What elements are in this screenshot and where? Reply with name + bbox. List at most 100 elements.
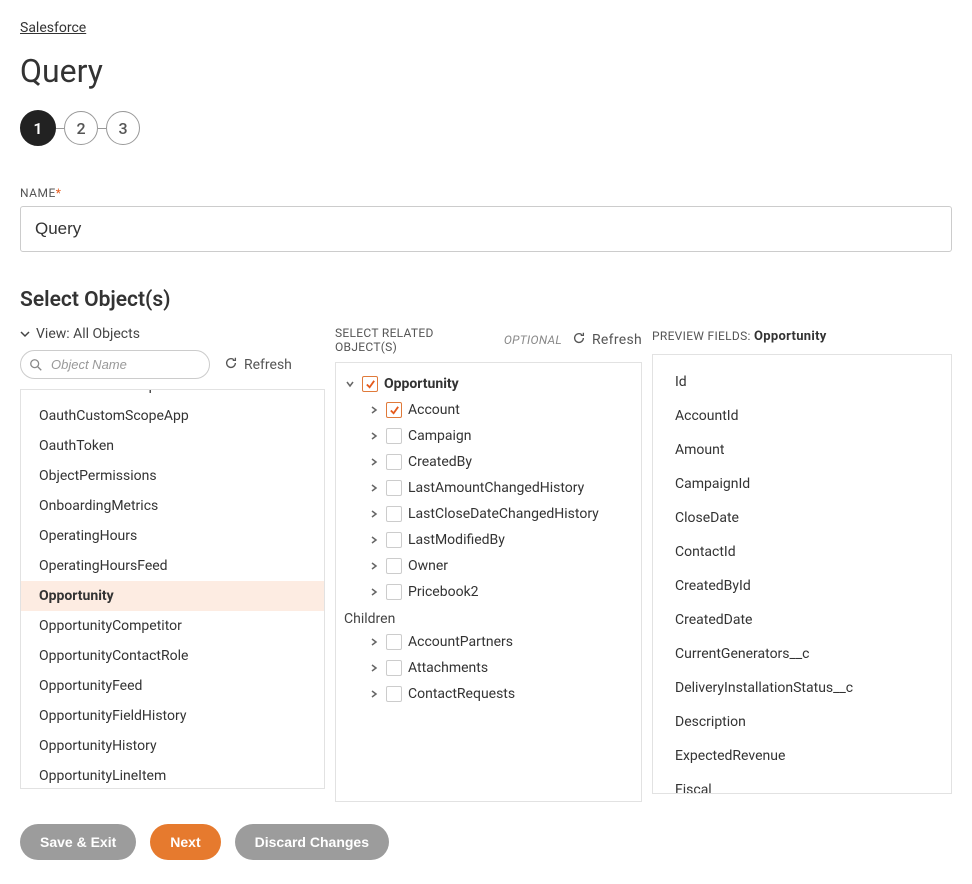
optional-label: OPTIONAL (504, 333, 562, 347)
tree-root-label: Opportunity (384, 376, 459, 392)
stepper: 1 2 3 (20, 110, 952, 146)
object-item[interactable]: OperatingHours (21, 521, 324, 551)
object-item[interactable]: ObjectPermissions (21, 461, 324, 491)
object-item[interactable]: OnboardingMetrics (21, 491, 324, 521)
checkbox-root[interactable] (362, 376, 378, 392)
preview-field: AccountId (659, 399, 945, 433)
preview-field: CreatedById (659, 569, 945, 603)
tree-node[interactable]: LastCloseDateChangedHistory (366, 501, 635, 527)
search-icon (29, 358, 43, 372)
tree-node[interactable]: LastAmountChangedHistory (366, 475, 635, 501)
related-tree-panel[interactable]: Opportunity Account Campaign CreatedBy Last… (335, 362, 642, 802)
tree-node-label: Pricebook2 (408, 584, 479, 600)
tree-root[interactable]: Opportunity (342, 371, 635, 397)
checkbox[interactable] (386, 558, 402, 574)
preview-field: CurrentGenerators__c (659, 637, 945, 671)
tree-node[interactable]: ContactRequests (366, 681, 635, 707)
save-exit-button[interactable]: Save & Exit (20, 824, 136, 860)
chevron-right-icon[interactable] (368, 636, 380, 648)
refresh-related[interactable]: Refresh (572, 331, 642, 349)
tree-node-label: CreatedBy (408, 454, 472, 470)
preview-field: CreatedDate (659, 603, 945, 637)
step-connector (56, 128, 64, 129)
object-item[interactable]: OpportunityHistory (21, 731, 324, 761)
chevron-right-icon[interactable] (368, 560, 380, 572)
checkbox[interactable] (386, 454, 402, 470)
checkbox[interactable] (386, 584, 402, 600)
tree-node[interactable]: Attachments (366, 655, 635, 681)
page-title: Query (20, 52, 952, 90)
view-label: View: All Objects (36, 326, 140, 342)
chevron-right-icon[interactable] (368, 456, 380, 468)
checkbox[interactable] (386, 660, 402, 676)
checkbox[interactable] (386, 480, 402, 496)
tree-node[interactable]: Owner (366, 553, 635, 579)
tree-node-label: Attachments (408, 660, 488, 676)
chevron-right-icon[interactable] (368, 430, 380, 442)
checkbox[interactable] (386, 686, 402, 702)
object-item[interactable]: OauthCustomScopeApp (21, 401, 324, 431)
tree-node-label: Account (408, 402, 460, 418)
preview-field: CloseDate (659, 501, 945, 535)
step-connector (98, 128, 106, 129)
refresh-icon (572, 331, 586, 349)
chevron-right-icon[interactable] (368, 586, 380, 598)
object-search-input[interactable] (20, 350, 210, 379)
checkbox[interactable] (386, 428, 402, 444)
tree-node[interactable]: CreatedBy (366, 449, 635, 475)
checkbox[interactable] (386, 506, 402, 522)
object-item[interactable]: OauthToken (21, 431, 324, 461)
preview-field: ExpectedRevenue (659, 739, 945, 773)
refresh-objects[interactable]: Refresh (224, 356, 292, 374)
chevron-right-icon[interactable] (368, 508, 380, 520)
tree-children-header: Children (342, 605, 635, 629)
preview-field: Id (659, 365, 945, 399)
chevron-right-icon[interactable] (368, 688, 380, 700)
refresh-icon (224, 356, 238, 374)
tree-node[interactable]: AccountPartners (366, 629, 635, 655)
discard-button[interactable]: Discard Changes (235, 824, 389, 860)
preview-field: Amount (659, 433, 945, 467)
chevron-right-icon[interactable] (368, 662, 380, 674)
view-dropdown[interactable]: View: All Objects (20, 326, 325, 342)
checkbox[interactable] (386, 532, 402, 548)
chevron-right-icon[interactable] (368, 482, 380, 494)
object-item[interactable]: OpportunityFeed (21, 671, 324, 701)
next-button[interactable]: Next (150, 824, 220, 860)
object-item[interactable]: OperatingHoursFeed (21, 551, 324, 581)
tree-node-label: LastCloseDateChangedHistory (408, 506, 599, 522)
chevron-right-icon[interactable] (368, 404, 380, 416)
object-item[interactable]: OauthCustomScope (21, 389, 324, 401)
step-3[interactable]: 3 (106, 111, 140, 145)
tree-node[interactable]: Campaign (366, 423, 635, 449)
chevron-right-icon[interactable] (368, 534, 380, 546)
preview-fields-object: Opportunity (754, 329, 827, 344)
name-input[interactable] (20, 206, 952, 252)
tree-node-label: AccountPartners (408, 634, 513, 650)
object-item[interactable]: Opportunity (21, 581, 324, 611)
tree-node[interactable]: LastModifiedBy (366, 527, 635, 553)
tree-node[interactable]: Pricebook2 (366, 579, 635, 605)
object-item[interactable]: OpportunityContactRole (21, 641, 324, 671)
checkbox[interactable] (386, 402, 402, 418)
tree-node-label: Campaign (408, 428, 471, 444)
required-marker: * (56, 186, 62, 200)
breadcrumb-salesforce[interactable]: Salesforce (20, 20, 86, 36)
object-item[interactable]: OpportunityLineItem (21, 761, 324, 789)
tree-node-label: LastModifiedBy (408, 532, 505, 548)
preview-field: Description (659, 705, 945, 739)
tree-node[interactable]: Account (366, 397, 635, 423)
preview-field: DeliveryInstallationStatus__c (659, 671, 945, 705)
preview-field: ContactId (659, 535, 945, 569)
object-item[interactable]: OpportunityCompetitor (21, 611, 324, 641)
step-2[interactable]: 2 (64, 111, 98, 145)
object-list-panel[interactable]: OauthCustomScopeOauthCustomScopeAppOauth… (20, 389, 325, 789)
preview-fields-panel[interactable]: IdAccountIdAmountCampaignIdCloseDateCont… (652, 354, 952, 794)
preview-field: CampaignId (659, 467, 945, 501)
checkbox[interactable] (386, 634, 402, 650)
object-item[interactable]: OpportunityFieldHistory (21, 701, 324, 731)
step-1[interactable]: 1 (20, 110, 56, 146)
tree-node-label: ContactRequests (408, 686, 515, 702)
select-objects-heading: Select Object(s) (20, 288, 952, 312)
chevron-down-icon[interactable] (344, 378, 356, 390)
